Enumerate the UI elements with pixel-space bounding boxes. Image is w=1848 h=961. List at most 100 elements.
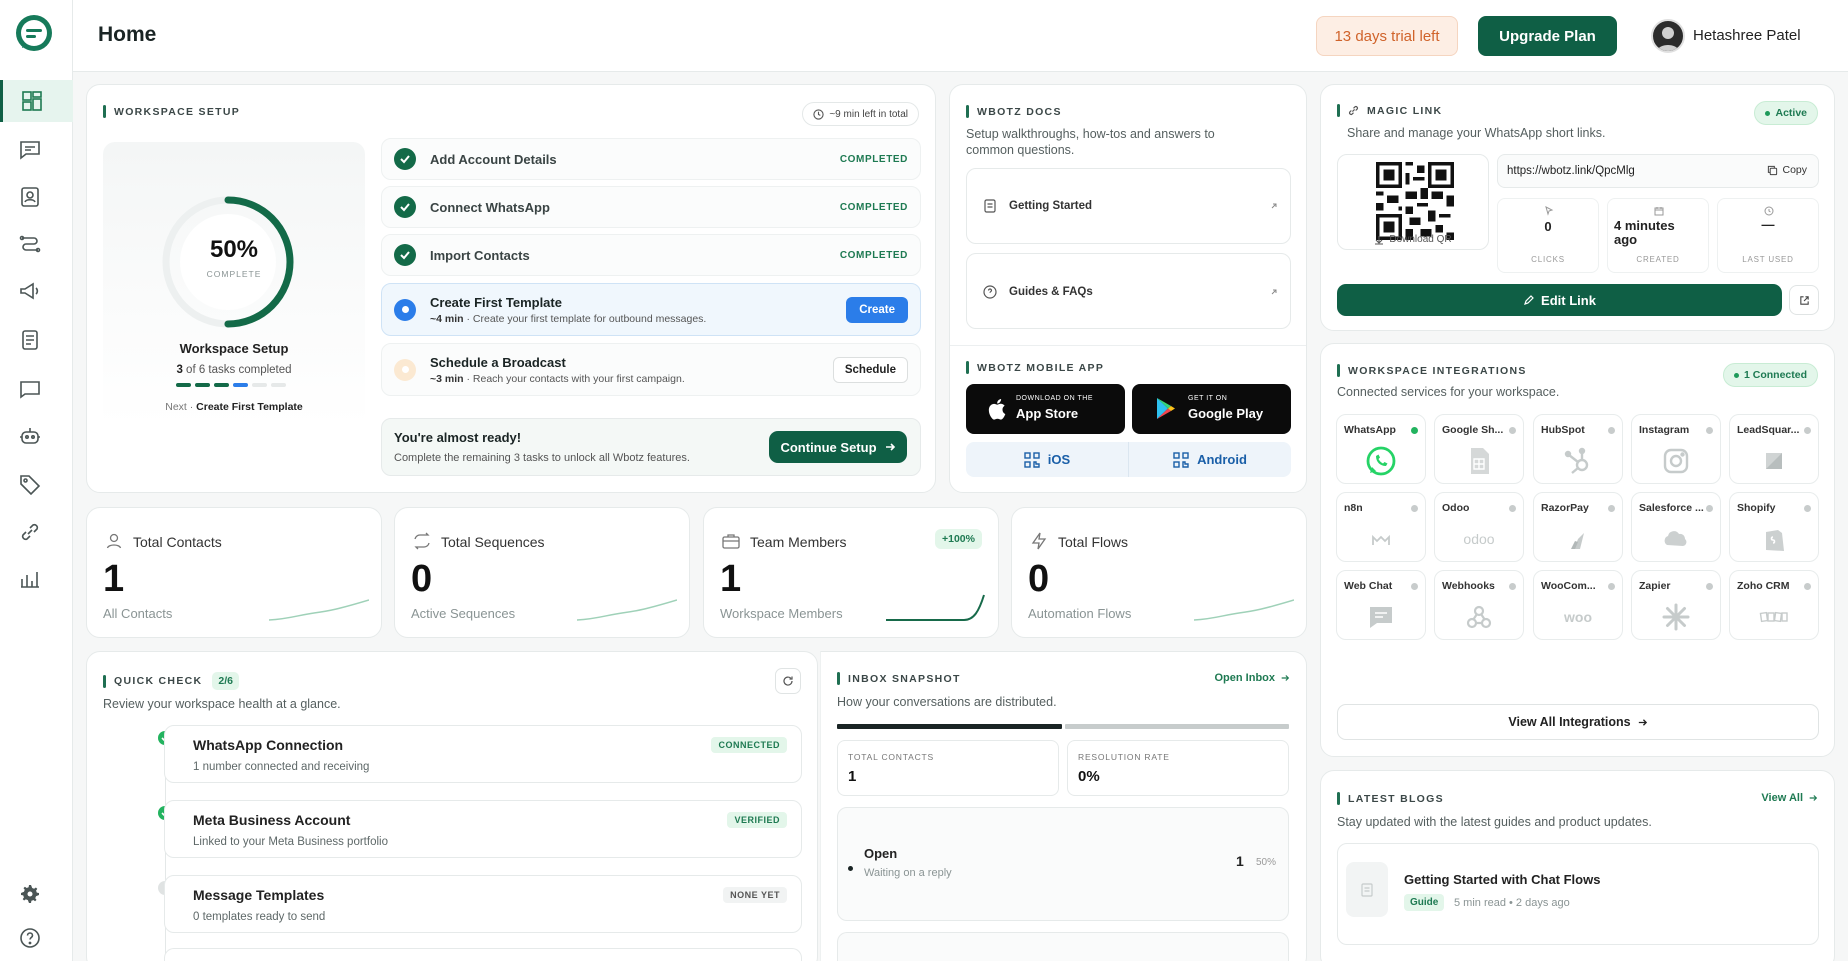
pending-step-icon: [394, 358, 416, 381]
blog-post[interactable]: Getting Started with Chat Flows Guide 5 …: [1337, 843, 1819, 945]
task-connect-whatsapp[interactable]: Connect WhatsApp COMPLETED: [381, 186, 921, 228]
doc-guides-faqs[interactable]: Guides & FAQs: [966, 253, 1291, 329]
bot-icon[interactable]: [18, 424, 42, 448]
open-inbox-link[interactable]: Open Inbox: [1215, 672, 1291, 684]
app-store-button[interactable]: DOWNLOAD ON THE App Store: [966, 384, 1125, 434]
doc-title: Getting Started: [1009, 200, 1093, 212]
salesforce-icon: [1664, 531, 1687, 546]
contacts-icon[interactable]: [18, 185, 42, 209]
continue-setup-button[interactable]: Continue Setup: [769, 431, 907, 463]
help-icon[interactable]: [18, 926, 42, 950]
integration-leadsquared[interactable]: LeadSquar...: [1729, 414, 1819, 484]
next-prefix: Next ·: [165, 401, 197, 413]
integration-web-chat[interactable]: Web Chat: [1336, 570, 1426, 640]
sidebar-item-dashboard[interactable]: [0, 80, 73, 122]
distribution-bar: [837, 724, 1289, 729]
integration-shopify[interactable]: Shopify: [1729, 492, 1819, 562]
upgrade-plan-button[interactable]: Upgrade Plan: [1478, 16, 1617, 56]
task-create-template[interactable]: Create First Template ~4 min · Create yo…: [381, 283, 921, 336]
analytics-icon[interactable]: [18, 567, 42, 591]
status-dot: [1509, 583, 1516, 590]
task-title: Import Contacts: [430, 247, 530, 263]
instagram-icon: [1663, 448, 1689, 474]
download-qr-button[interactable]: Download QR: [1338, 234, 1488, 245]
blogs-view-all[interactable]: View All: [1761, 792, 1818, 804]
zapier-icon: [1662, 603, 1690, 631]
user-name[interactable]: Hetashree Patel: [1693, 27, 1801, 44]
stat-total-contacts[interactable]: Total Contacts 1 All Contacts: [86, 507, 382, 638]
doc-getting-started[interactable]: Getting Started: [966, 168, 1291, 244]
edit-link-button[interactable]: Edit Link: [1337, 284, 1782, 316]
view-all-integrations-button[interactable]: View All Integrations: [1337, 704, 1819, 740]
view-all-label: View All Integrations: [1508, 715, 1631, 729]
gear-icon[interactable]: [18, 882, 42, 906]
quick-check-meta[interactable]: Meta Business Account Linked to your Met…: [164, 800, 802, 858]
task-schedule-broadcast[interactable]: Schedule a Broadcast ~3 min · Reach your…: [381, 343, 921, 396]
stat-team-members[interactable]: Team Members +100% 1 Workspace Members: [703, 507, 999, 638]
app-logo[interactable]: [14, 14, 54, 56]
total-contacts-box: TOTAL CONTACTS 1: [837, 740, 1059, 796]
grid-icon: [1024, 451, 1040, 468]
next-task-name: Create First Template: [196, 401, 303, 413]
integration-zapier[interactable]: Zapier: [1631, 570, 1721, 640]
progress-percent: 50%: [209, 236, 259, 263]
integration-webhooks[interactable]: Webhooks: [1434, 570, 1524, 640]
trial-badge[interactable]: 13 days trial left: [1316, 16, 1458, 56]
open-label: Open: [864, 846, 898, 861]
status-dot: [1706, 583, 1713, 590]
ios-button[interactable]: iOS: [966, 442, 1129, 477]
integration-salesforce[interactable]: Salesforce ...: [1631, 492, 1721, 562]
create-template-button[interactable]: Create: [846, 296, 908, 323]
integration-zoho-crm[interactable]: Zoho CRM: [1729, 570, 1819, 640]
external-arrow-icon: [1271, 203, 1277, 209]
distribution-open: [837, 724, 1062, 729]
schedule-broadcast-button[interactable]: Schedule: [832, 356, 908, 383]
section-title: WORKSPACE SETUP: [103, 105, 240, 118]
status-badge: CONNECTED: [711, 737, 787, 753]
megaphone-icon[interactable]: [18, 279, 42, 303]
stat-total-sequences[interactable]: Total Sequences 0 Active Sequences: [394, 507, 690, 638]
task-add-account[interactable]: Add Account Details COMPLETED: [381, 138, 921, 180]
qr-panel[interactable]: Download QR: [1337, 154, 1489, 250]
message-square-icon[interactable]: [18, 377, 42, 401]
copy-button[interactable]: Copy: [1767, 164, 1807, 176]
integration-google-sheets[interactable]: Google Sh...: [1434, 414, 1524, 484]
integration-name: Odoo: [1442, 502, 1470, 514]
short-url-field[interactable]: https://wbotz.link/QpcMlg Copy: [1497, 154, 1819, 188]
integration-instagram[interactable]: Instagram: [1631, 414, 1721, 484]
connected-text: 1 Connected: [1743, 369, 1807, 381]
open-conversations-row[interactable]: Open Waiting on a reply 1 50%: [837, 807, 1289, 921]
magic-desc: Share and manage your WhatsApp short lin…: [1347, 126, 1606, 140]
open-link-button[interactable]: [1789, 285, 1819, 315]
chat-icon[interactable]: [18, 138, 42, 162]
sequences-icon[interactable]: [18, 232, 42, 256]
quick-check-templates[interactable]: Message Templates 0 templates ready to s…: [164, 875, 802, 933]
task-import-contacts[interactable]: Import Contacts COMPLETED: [381, 234, 921, 276]
sidebar: [0, 0, 73, 961]
integration-name: WhatsApp: [1344, 424, 1396, 436]
templates-icon[interactable]: [18, 328, 42, 352]
integration-hubspot[interactable]: HubSpot: [1533, 414, 1623, 484]
tag-icon[interactable]: [18, 472, 42, 496]
google-play-label: Google Play: [1188, 406, 1264, 421]
integration-razorpay[interactable]: RazorPay: [1533, 492, 1623, 562]
quick-check-desc: 0 templates ready to send: [193, 911, 326, 923]
android-button[interactable]: Android: [1129, 442, 1291, 477]
stat-label: Total Contacts: [133, 534, 222, 550]
cursor-icon: [1545, 206, 1554, 216]
section-title: WORKSPACE INTEGRATIONS: [1337, 364, 1527, 377]
quick-check-whatsapp[interactable]: WhatsApp Connection 1 number connected a…: [164, 725, 802, 783]
google-play-button[interactable]: GET IT ON Google Play: [1132, 384, 1291, 434]
integration-name: Instagram: [1639, 424, 1690, 436]
link-icon[interactable]: [18, 520, 42, 544]
stat-total-flows[interactable]: Total Flows 0 Automation Flows: [1011, 507, 1307, 638]
latest-blogs-card: LATEST BLOGS View All Stay updated with …: [1320, 770, 1835, 961]
integration-whatsapp[interactable]: WhatsApp: [1336, 414, 1426, 484]
refresh-button[interactable]: [775, 668, 801, 694]
quick-check-title: Meta Business Account: [193, 812, 351, 828]
integration-odoo[interactable]: Odoo odoo: [1434, 492, 1524, 562]
integration-n8n[interactable]: n8n: [1336, 492, 1426, 562]
question-icon: [983, 285, 997, 299]
integration-woocommerce[interactable]: WooCom... woo: [1533, 570, 1623, 640]
avatar[interactable]: [1651, 19, 1685, 53]
